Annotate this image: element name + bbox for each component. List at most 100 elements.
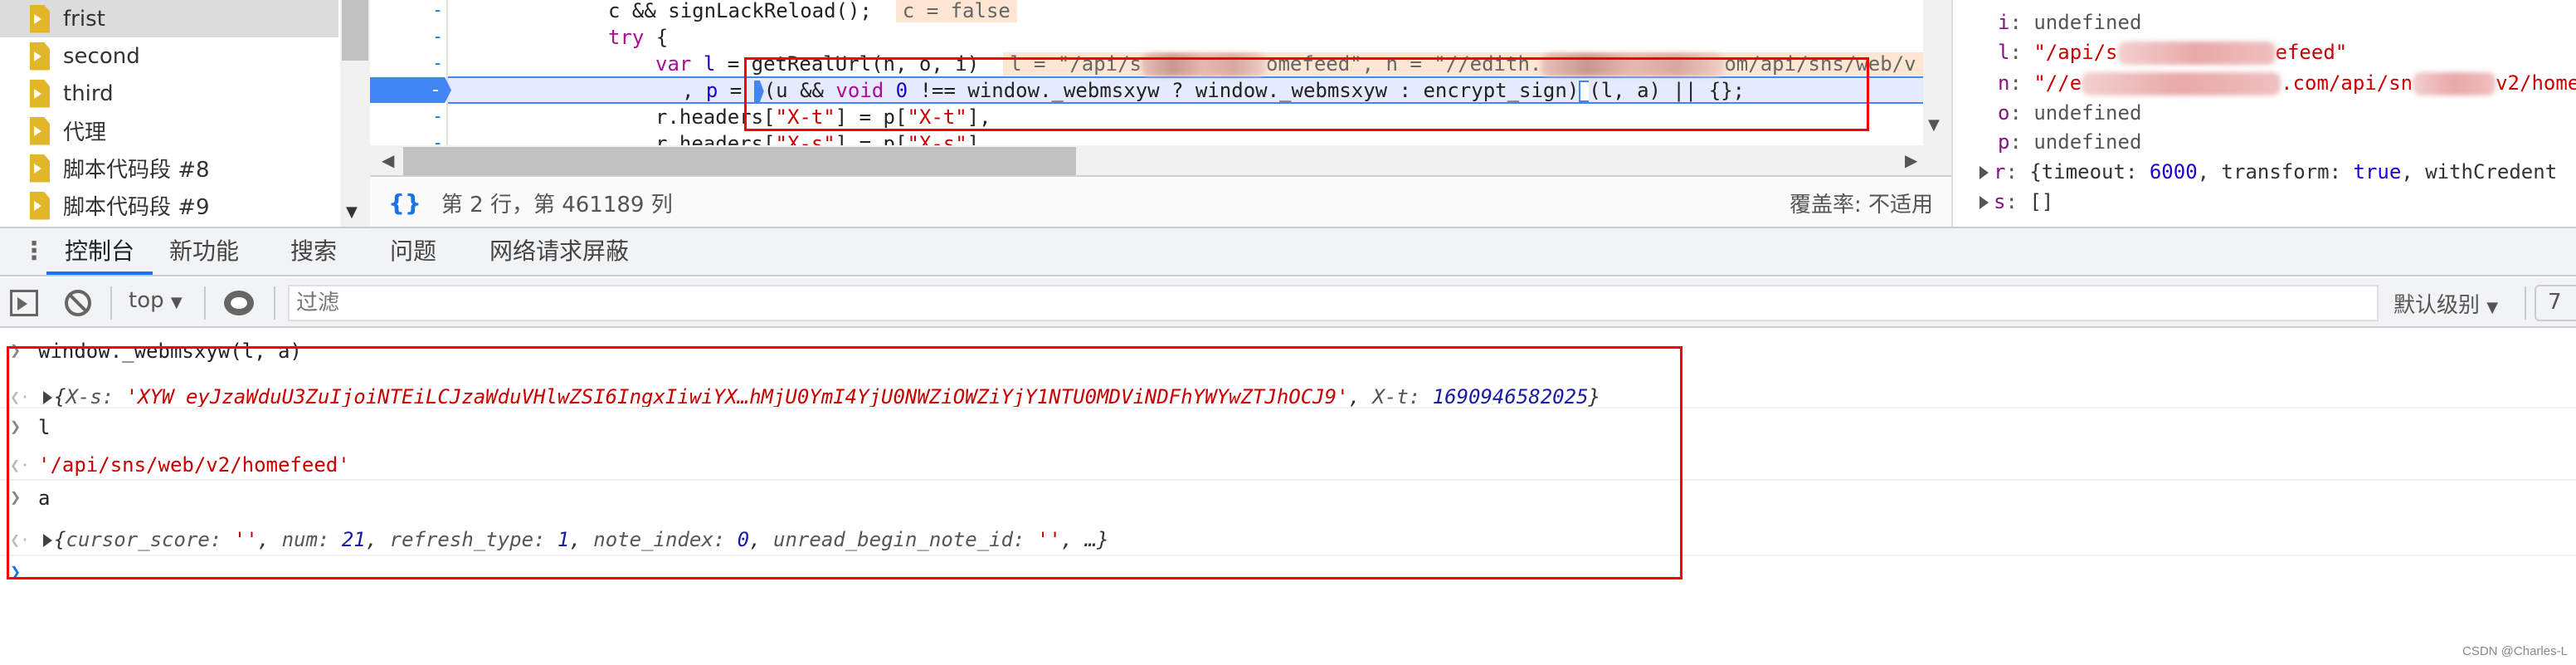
snippet-label: 脚本代码段 #8 — [63, 158, 210, 183]
snippet-file-icon — [30, 116, 50, 145]
expand-triangle-icon[interactable] — [1979, 166, 1989, 179]
issues-count: 7 — [2548, 290, 2562, 315]
horizontal-scrollbar-thumb[interactable] — [403, 147, 1076, 175]
scope-key: r — [1994, 160, 2006, 183]
scope-value: 6000 — [2149, 160, 2198, 183]
scope-key: s — [1994, 190, 2006, 213]
snippet-label: 脚本代码段 #9 — [63, 195, 210, 220]
log-level-dropdown[interactable]: 默认级别 ▼ — [2393, 288, 2498, 319]
coverage-status: 覆盖率: 不适用 — [1789, 192, 1933, 218]
line-number[interactable]: - — [432, 106, 443, 127]
scope-row[interactable]: r: {timeout: 6000, transform: true, with… — [1979, 157, 2557, 187]
scope-row[interactable]: i: undefined — [1998, 7, 2141, 37]
expand-triangle-icon[interactable] — [1979, 196, 1989, 209]
scroll-right-arrow-icon[interactable]: ▶ — [1905, 150, 1917, 170]
snippet-file-icon — [30, 191, 50, 220]
scope-value: .com/api/sn — [2281, 71, 2413, 95]
scroll-down-arrow-icon[interactable]: ▼ — [346, 203, 358, 221]
string: "X-s" — [775, 132, 835, 145]
scope-value: "/api/s — [2033, 41, 2118, 64]
clear-console-icon[interactable] — [65, 290, 91, 316]
scope-key: i — [1998, 11, 2010, 34]
code-text: ] — [967, 132, 980, 145]
redaction-blur — [2082, 72, 2281, 95]
context-label: top — [129, 288, 164, 313]
code-text: { — [644, 26, 669, 49]
keyword: var — [655, 52, 692, 76]
code-text: r.headers[ — [655, 132, 776, 145]
snippet-label: frist — [63, 6, 105, 32]
console-toolbar: top ▼ 默认级别 ▼ 7 — [0, 278, 2576, 328]
scope-key: n — [1998, 71, 2010, 95]
context-selector[interactable]: top ▼ — [129, 288, 183, 313]
annotation-highlight-box — [744, 57, 1869, 131]
scope-value: undefined — [2033, 11, 2142, 34]
snippet-item[interactable]: third — [0, 75, 338, 112]
scope-row[interactable]: n: "//e .com/api/sn v2/home — [1998, 68, 2576, 98]
watermark: CSDN @Charles-L — [2462, 644, 2568, 658]
scope-row[interactable]: o: undefined — [1998, 98, 2141, 128]
sidebar-toggle-icon[interactable] — [10, 290, 38, 316]
snippet-file-icon — [30, 4, 50, 33]
scope-key: l — [1998, 41, 2010, 64]
line-number[interactable]: - — [432, 27, 443, 47]
issues-counter[interactable]: 7 — [2535, 285, 2576, 321]
snippet-file-icon — [30, 79, 50, 108]
live-expression-eye-icon[interactable] — [224, 291, 254, 315]
scope-value: undefined — [2033, 130, 2142, 154]
scope-row[interactable]: p: undefined — [1998, 127, 2141, 157]
tab-issues[interactable]: 问题 — [390, 228, 436, 275]
scope-value: , transform: — [2197, 160, 2354, 183]
tab-search[interactable]: 搜索 — [290, 228, 337, 275]
scope-row[interactable]: s: [] — [1979, 187, 2053, 217]
scope-value: v2/home — [2496, 71, 2576, 95]
snippet-file-icon — [30, 154, 50, 183]
scope-key: p — [1998, 130, 2010, 154]
scope-value: [] — [2029, 190, 2054, 213]
annotation-highlight-box — [7, 346, 1682, 579]
drawer-tabbar: ⋮ 控制台 新功能 搜索 问题 网络请求屏蔽 — [0, 228, 2576, 276]
variable: l — [703, 52, 716, 76]
tab-whats-new[interactable]: 新功能 — [169, 228, 239, 275]
redaction-blur — [2117, 42, 2276, 65]
dropdown-arrow-icon: ▼ — [2486, 299, 2499, 316]
tab-network-request-blocking[interactable]: 网络请求屏蔽 — [489, 228, 629, 275]
snippet-label: 代理 — [63, 120, 107, 145]
tab-console[interactable]: 控制台 — [46, 228, 153, 275]
scope-pane: i: undefined l: "/api/s efeed" n: "//e .co… — [1951, 0, 2576, 227]
cursor-position: 第 2 行，第 461189 列 — [441, 192, 673, 218]
scope-value: efeed" — [2275, 41, 2348, 64]
snippet-file-icon — [30, 42, 50, 71]
line-number[interactable]: - — [432, 53, 443, 74]
snippet-label: third — [63, 81, 114, 106]
scope-value: {timeout: — [2029, 160, 2150, 183]
scroll-down-arrow-icon[interactable]: ▼ — [1928, 116, 1940, 134]
snippet-item[interactable]: 脚本代码段 #9 — [0, 187, 338, 224]
pretty-print-icon[interactable]: {} — [388, 189, 421, 217]
scroll-left-arrow-icon[interactable]: ◀ — [382, 150, 394, 170]
log-level-label: 默认级别 — [2393, 293, 2481, 318]
console-filter-input[interactable] — [288, 285, 2379, 321]
snippet-label: second — [63, 43, 140, 69]
breakpoint-marker[interactable]: - — [370, 77, 451, 103]
sidebar-scrollbar-thumb[interactable] — [342, 0, 368, 61]
dropdown-arrow-icon: ▼ — [170, 294, 183, 311]
editor-status-bar: {} 第 2 行，第 461189 列 覆盖率: 不适用 — [370, 178, 1951, 227]
snippet-item[interactable]: frist — [0, 0, 338, 37]
keyword: try — [608, 26, 645, 49]
variable: p — [705, 79, 718, 102]
scope-value: undefined — [2033, 101, 2142, 125]
snippet-item[interactable]: 脚本代码段 #8 — [0, 149, 338, 187]
scope-value: "//e — [2033, 71, 2082, 95]
code-line: r.headers["X-s"] = p["X-s"] — [655, 130, 979, 145]
scope-row[interactable]: l: "/api/s efeed" — [1998, 37, 2347, 67]
more-menu-icon[interactable]: ⋮ — [22, 228, 46, 275]
code-text: , — [682, 79, 706, 102]
snippet-item[interactable]: second — [0, 37, 338, 75]
scope-value: true — [2353, 160, 2402, 183]
inline-value: c = false — [895, 0, 1017, 22]
line-number: - — [432, 80, 439, 100]
snippet-item[interactable]: 代理 — [0, 112, 338, 149]
line-number[interactable]: - — [432, 0, 443, 21]
code-line: c && signLackReload(); c = false — [608, 0, 1017, 24]
